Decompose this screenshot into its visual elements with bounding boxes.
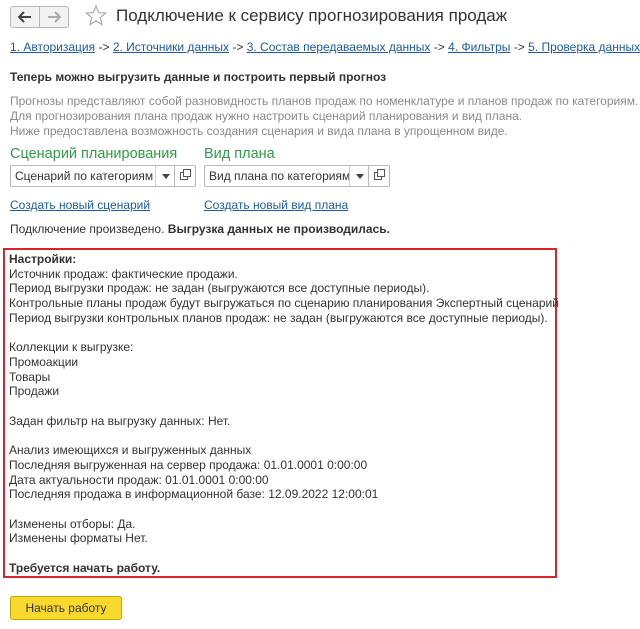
info-text: Прогнозы представляют собой разновидност… <box>10 94 638 139</box>
arrow-left-icon <box>18 11 32 23</box>
scenario-select[interactable]: Сценарий по категориям <box>10 165 177 187</box>
settings-line: Коллекции к выгрузке: <box>9 340 134 355</box>
page-heading: Теперь можно выгрузить данные и построит… <box>10 70 387 84</box>
plan-type-open-button[interactable] <box>368 165 390 187</box>
dropdown-arrow-icon[interactable] <box>349 166 370 186</box>
settings-line: Анализ имеющихся и выгруженных данных <box>9 443 252 458</box>
settings-line <box>9 546 551 561</box>
arrow-right-icon <box>47 11 61 23</box>
settings-line: Период выгрузки продаж: не задан (выгруж… <box>9 281 430 296</box>
window-title: Подключение к сервису прогнозирования пр… <box>116 6 508 25</box>
back-button[interactable] <box>10 6 40 28</box>
settings-line: Продажи <box>9 384 60 399</box>
settings-line: Последняя выгруженная на сервер продажа:… <box>9 457 368 472</box>
settings-line <box>9 399 551 414</box>
settings-line <box>9 502 551 517</box>
open-window-icon <box>373 167 385 185</box>
create-plan-type-link[interactable]: Создать новый вид плана <box>204 198 348 212</box>
breadcrumb-separator: -> <box>433 40 445 54</box>
breadcrumb-data-sources[interactable]: 2. Источники данных <box>113 40 229 54</box>
settings-title: Настройки: <box>9 252 77 266</box>
settings-panel: Настройки: Источник продаж: фактические … <box>3 248 559 578</box>
settings-line: Последняя продажа в информационной базе:… <box>9 487 379 502</box>
create-scenario-link[interactable]: Создать новый сценарий <box>10 198 150 212</box>
breadcrumb: 1. Авторизация -> 2. Источники данных ->… <box>10 40 640 54</box>
plan-type-select-value: Вид плана по категориям <box>209 169 349 183</box>
breadcrumb-authorization[interactable]: 1. Авторизация <box>10 40 95 54</box>
connection-status: Подключение произведено. <box>10 222 165 236</box>
breadcrumb-separator: -> <box>98 40 110 54</box>
scenario-select-value: Сценарий по категориям <box>15 169 154 183</box>
forward-button[interactable] <box>39 6 69 28</box>
settings-line: Источник продаж: фактические продажи. <box>9 266 238 281</box>
plan-type-select[interactable]: Вид плана по категориям <box>204 165 371 187</box>
info-line: Ниже предоставлена возможность создания … <box>10 124 508 138</box>
settings-line: Контрольные планы продаж будут выгружать… <box>9 296 559 311</box>
settings-line: Изменены отборы: Да. <box>9 516 136 531</box>
breadcrumb-data-composition[interactable]: 3. Состав передаваемых данных <box>247 40 431 54</box>
open-window-icon <box>179 167 191 185</box>
breadcrumb-separator: -> <box>513 40 525 54</box>
settings-line: Промоакции <box>9 354 79 369</box>
settings-line: Период выгрузки контрольных планов прода… <box>9 310 548 325</box>
settings-line: Товары <box>9 369 51 384</box>
info-line: Для прогнозирования плана продаж нужно н… <box>10 109 523 123</box>
settings-line <box>9 428 551 443</box>
scenario-label: Сценарий планирования <box>10 146 178 162</box>
dropdown-arrow-icon[interactable] <box>155 166 176 186</box>
scenario-open-button[interactable] <box>174 165 196 187</box>
breadcrumb-separator: -> <box>232 40 244 54</box>
breadcrumb-data-check[interactable]: 5. Проверка данных <box>528 40 640 54</box>
settings-line <box>9 326 551 341</box>
settings-line: Дата актуальности продаж: 01.01.0001 0:0… <box>9 472 269 487</box>
plan-type-label: Вид плана <box>204 146 275 162</box>
settings-line: Изменены форматы Нет. <box>9 531 148 546</box>
breadcrumb-filters[interactable]: 4. Фильтры <box>448 40 510 54</box>
upload-status: Выгрузка данных не производилась. <box>167 222 390 236</box>
status-text: Подключение произведено. Выгрузка данных… <box>10 222 390 236</box>
start-work-button[interactable]: Начать работу <box>10 596 122 620</box>
settings-line: Задан фильтр на выгрузку данных: Нет. <box>9 413 231 428</box>
star-icon[interactable] <box>84 4 108 33</box>
settings-footer: Требуется начать работу. <box>9 560 161 575</box>
info-line: Прогнозы представляют собой разновидност… <box>10 94 639 108</box>
